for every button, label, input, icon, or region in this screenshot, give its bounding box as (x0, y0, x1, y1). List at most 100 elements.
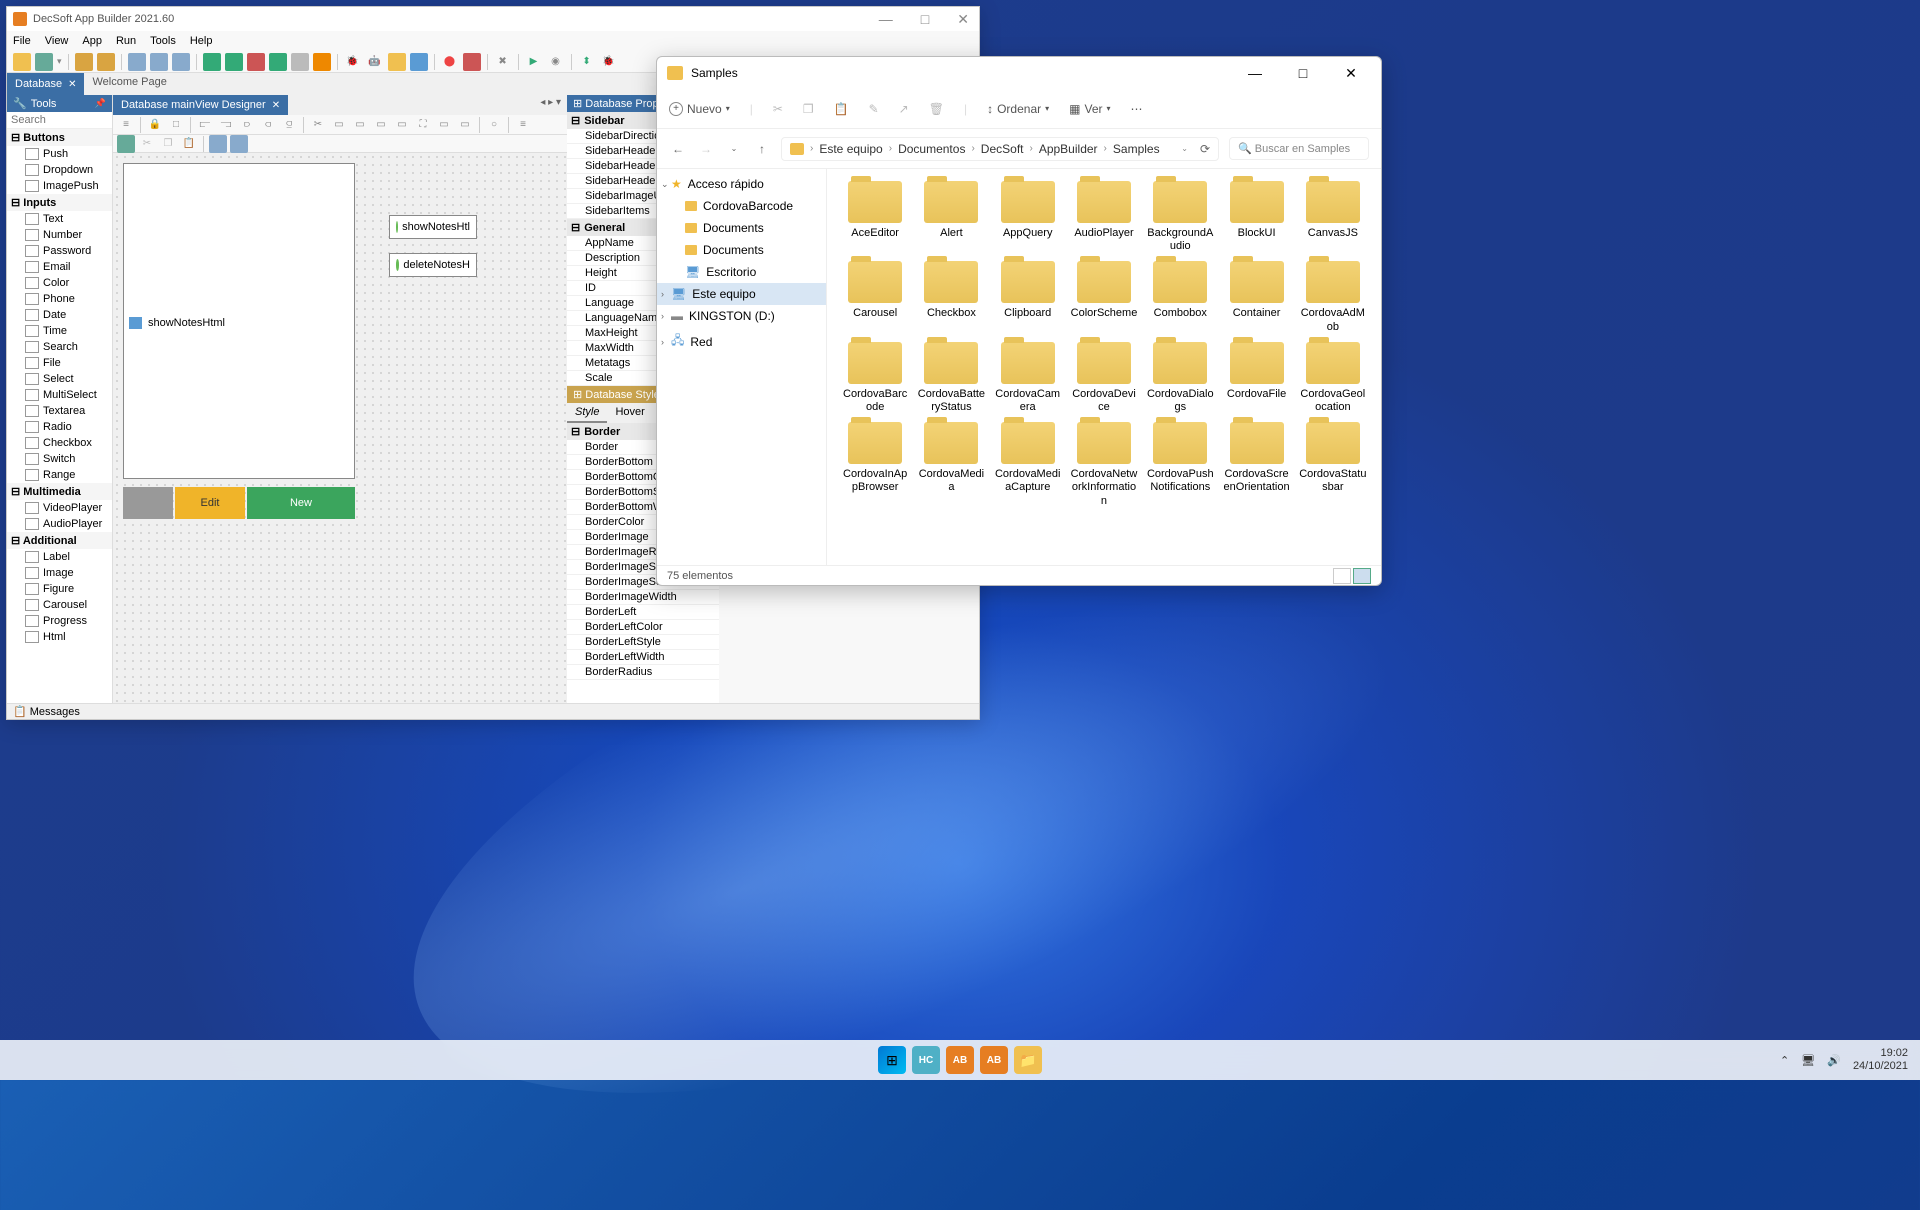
minimize-button[interactable]: — (1235, 59, 1275, 87)
property-item[interactable]: BorderLeft (567, 605, 719, 620)
canvas-button-blank[interactable] (123, 487, 173, 519)
folder-icon[interactable] (75, 53, 93, 71)
close-designer-icon[interactable]: ✕ (272, 100, 280, 111)
start-button[interactable]: ⊞ (878, 1046, 906, 1074)
menu-run[interactable]: Run (116, 35, 136, 47)
folder-item[interactable]: CanvasJS (1297, 177, 1369, 257)
copy-icon[interactable]: ❐ (159, 135, 177, 153)
circle-icon[interactable]: ○ (485, 116, 503, 134)
tool-item[interactable]: Figure (7, 581, 112, 597)
sidebar-item[interactable]: Documents (657, 239, 826, 261)
tool-item[interactable]: File (7, 355, 112, 371)
copy-icon[interactable]: ❐ (803, 102, 814, 116)
new-button[interactable]: +Nuevo▾ (669, 102, 730, 116)
tool-icon[interactable]: ▭ (435, 116, 453, 134)
tool-item[interactable]: AudioPlayer (7, 516, 112, 532)
settings-icon[interactable]: ✖ (494, 53, 512, 71)
taskbar-app-2[interactable]: AB (946, 1046, 974, 1074)
tool-item[interactable]: Radio (7, 419, 112, 435)
details-view-icon[interactable] (1333, 568, 1351, 584)
canvas-element-1[interactable]: showNotesHtl (389, 215, 477, 239)
tray-volume-icon[interactable]: 🔊 (1827, 1054, 1841, 1067)
breadcrumb-item[interactable]: DecSoft (981, 142, 1024, 156)
folder-item[interactable]: CordovaGeolocation (1297, 338, 1369, 418)
remove-icon[interactable] (247, 53, 265, 71)
tool-icon-7[interactable] (463, 53, 481, 71)
tool-item[interactable]: MultiSelect (7, 387, 112, 403)
tool-icon-8[interactable]: ⬍ (578, 53, 596, 71)
folder-item[interactable]: AudioPlayer (1068, 177, 1140, 257)
messages-bar[interactable]: 📋 Messages (7, 703, 979, 719)
property-item[interactable]: BorderLeftStyle (567, 635, 719, 650)
cut-icon[interactable]: ✂ (138, 135, 156, 153)
pin-icon[interactable]: 📌 (95, 98, 106, 109)
breadcrumb[interactable]: › Este equipo› Documentos› DecSoft› AppB… (781, 137, 1219, 161)
menu-tools[interactable]: Tools (150, 35, 176, 47)
tool-icon[interactable] (117, 135, 135, 153)
tool-icon-3[interactable] (172, 53, 190, 71)
taskbar-app-1[interactable]: HC (912, 1046, 940, 1074)
breadcrumb-item[interactable]: Este equipo (819, 142, 882, 156)
tool-item[interactable]: ImagePush (7, 178, 112, 194)
app-builder-titlebar[interactable]: DecSoft App Builder 2021.60 — □ ✕ (7, 7, 979, 31)
tool-icon-2[interactable] (150, 53, 168, 71)
tool-category[interactable]: ⊟ Inputs (7, 194, 112, 211)
pause-icon[interactable]: ◉ (547, 53, 565, 71)
cut-icon[interactable]: ✂ (773, 102, 783, 116)
rename-icon[interactable]: ✎ (869, 102, 879, 116)
tool-icon[interactable]: ▭ (330, 116, 348, 134)
style-tab-style[interactable]: Style (567, 403, 607, 423)
more-button[interactable]: ⋯ (1131, 102, 1143, 116)
tools-search-input[interactable] (7, 112, 112, 129)
tool-item[interactable]: Search (7, 339, 112, 355)
lock-icon[interactable]: 🔒 (146, 116, 164, 134)
tool-icon[interactable] (128, 53, 146, 71)
folder-item[interactable]: CordovaFile (1220, 338, 1292, 418)
folder-item[interactable]: CordovaCamera (992, 338, 1064, 418)
paste-icon[interactable]: 📋 (834, 102, 849, 116)
add-icon[interactable] (203, 53, 221, 71)
folder-item[interactable]: CordovaNetworkInformation (1068, 418, 1140, 512)
taskbar-app-3[interactable]: AB (980, 1046, 1008, 1074)
tool-icon[interactable]: ▭ (393, 116, 411, 134)
play-icon[interactable]: ▶ (525, 53, 543, 71)
tray-chevron-icon[interactable]: ⌃ (1780, 1054, 1789, 1067)
forward-button[interactable]: → (697, 142, 715, 156)
tool-item[interactable]: Select (7, 371, 112, 387)
sidebar-kingston[interactable]: ›▬KINGSTON (D:) (657, 305, 826, 327)
sidebar-item[interactable]: 🖥Escritorio (657, 261, 826, 283)
sidebar-item[interactable]: Documents (657, 217, 826, 239)
close-button[interactable]: ✕ (953, 11, 973, 28)
design-canvas[interactable]: showNotesHtl deleteNotesH showNotesHtml … (113, 153, 567, 705)
property-item[interactable]: BorderRadius (567, 665, 719, 680)
explorer-titlebar[interactable]: Samples — □ ✕ (657, 57, 1381, 89)
tool-item[interactable]: Dropdown (7, 162, 112, 178)
folder-item[interactable]: Combobox (1144, 257, 1216, 337)
close-tab-icon[interactable]: ✕ (68, 79, 76, 90)
tool-icon-9[interactable]: 🐞 (600, 53, 618, 71)
tool-item[interactable]: Phone (7, 291, 112, 307)
clock[interactable]: 19:02 24/10/2021 (1853, 1047, 1908, 1073)
canvas-button-edit[interactable]: Edit (175, 487, 245, 519)
add-icon-2[interactable] (225, 53, 243, 71)
tool-category[interactable]: ⊟ Multimedia (7, 483, 112, 500)
folder-item[interactable]: CordovaMedia (915, 418, 987, 512)
designer-tab[interactable]: Database mainView Designer ✕ (113, 95, 288, 115)
tool-icon-5[interactable] (313, 53, 331, 71)
tool-icon-4[interactable] (291, 53, 309, 71)
search-input[interactable]: 🔍 Buscar en Samples (1229, 137, 1369, 160)
folder-item[interactable]: AceEditor (839, 177, 911, 257)
tool-category[interactable]: ⊟ Additional (7, 532, 112, 549)
folder-item[interactable]: Alert (915, 177, 987, 257)
tool-icon[interactable]: ▭ (456, 116, 474, 134)
menu-icon[interactable]: ≡ (514, 116, 532, 134)
menu-app[interactable]: App (82, 35, 102, 47)
open-icon[interactable] (35, 53, 53, 71)
folder-item[interactable]: CordovaInAppBrowser (839, 418, 911, 512)
tool-item[interactable]: Progress (7, 613, 112, 629)
tool-icon[interactable]: ▭ (351, 116, 369, 134)
align-right-icon[interactable]: ⫐ (238, 116, 256, 134)
bug-icon[interactable]: 🐞 (344, 53, 362, 71)
tool-category[interactable]: ⊟ Buttons (7, 129, 112, 146)
folder-item[interactable]: CordovaBarcode (839, 338, 911, 418)
